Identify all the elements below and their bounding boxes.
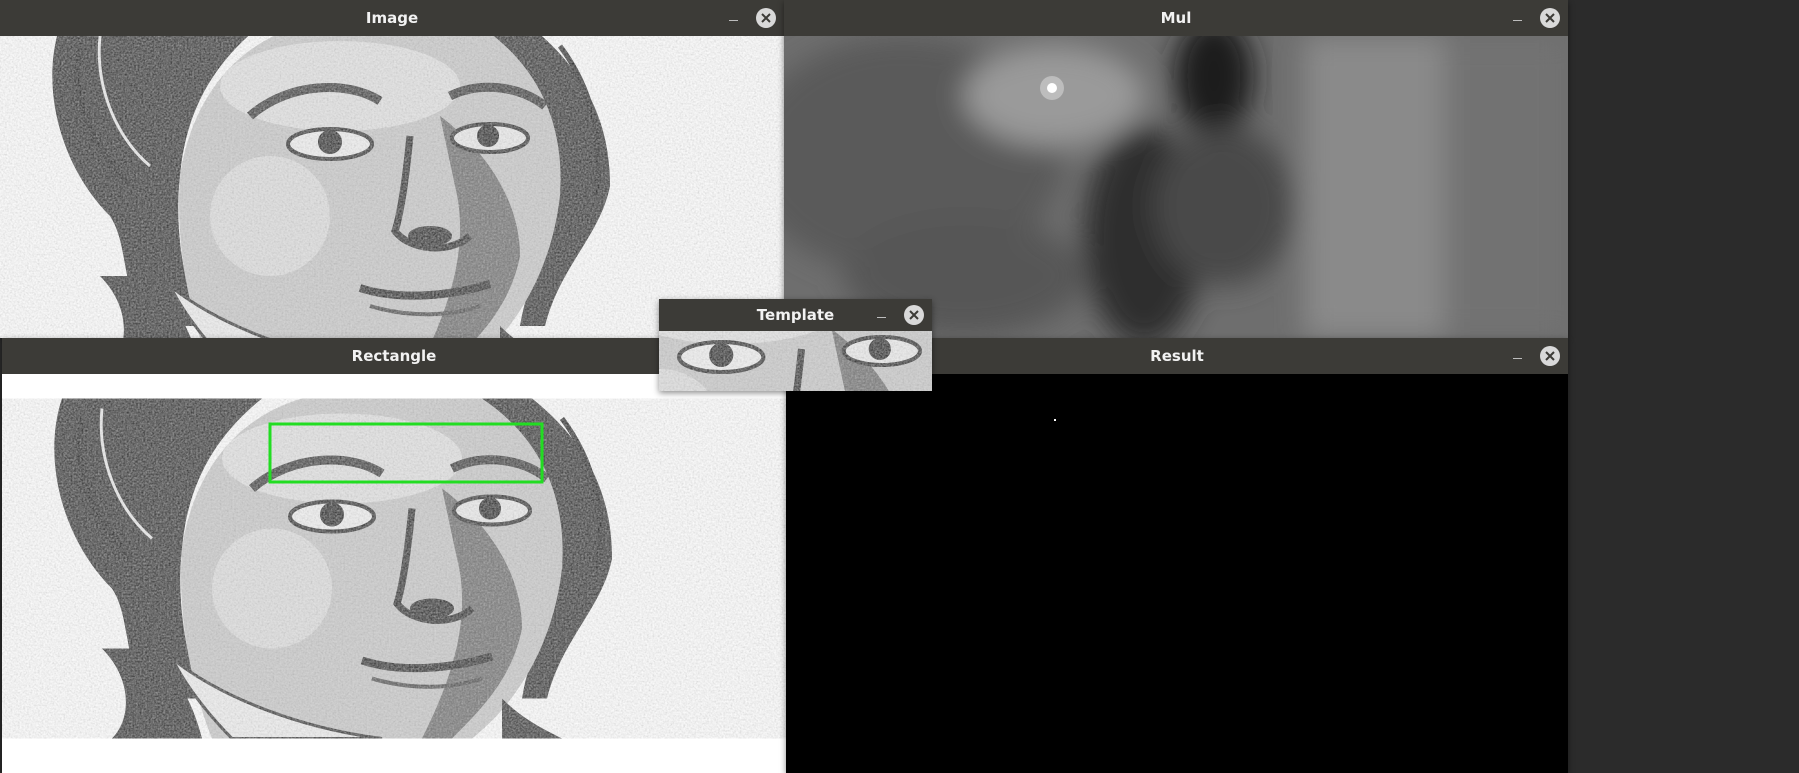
image-window: Image [0, 0, 784, 338]
template-window: Template [659, 299, 932, 391]
minimize-icon[interactable] [724, 9, 742, 27]
template-eyes-image [659, 331, 932, 391]
rectangle-window: Rectangle [2, 338, 786, 773]
minimize-icon[interactable] [1508, 9, 1526, 27]
rectangle-canvas [2, 374, 786, 773]
result-window: Result [786, 338, 1568, 773]
template-window-title: Template [756, 306, 835, 324]
close-icon[interactable] [756, 8, 776, 28]
minimize-icon[interactable] [872, 306, 890, 324]
template-titlebar[interactable]: Template [659, 299, 932, 331]
image-canvas [0, 36, 784, 338]
result-peak-point [1054, 419, 1056, 421]
mul-correlation-image [784, 36, 1568, 338]
portrait-image [0, 36, 784, 338]
result-window-title: Result [1150, 347, 1204, 365]
rectangle-window-title: Rectangle [351, 347, 437, 365]
close-icon[interactable] [1540, 346, 1560, 366]
portrait-with-detection [2, 374, 786, 773]
close-icon[interactable] [904, 305, 924, 325]
mul-canvas [784, 36, 1568, 338]
template-canvas [659, 331, 932, 391]
mul-window: Mul [784, 0, 1568, 338]
close-icon[interactable] [1540, 8, 1560, 28]
mul-titlebar[interactable]: Mul [784, 0, 1568, 36]
result-canvas [786, 374, 1568, 773]
minimize-icon[interactable] [1508, 347, 1526, 365]
image-window-title: Image [365, 9, 419, 27]
image-titlebar[interactable]: Image [0, 0, 784, 36]
mul-window-title: Mul [1160, 9, 1192, 27]
